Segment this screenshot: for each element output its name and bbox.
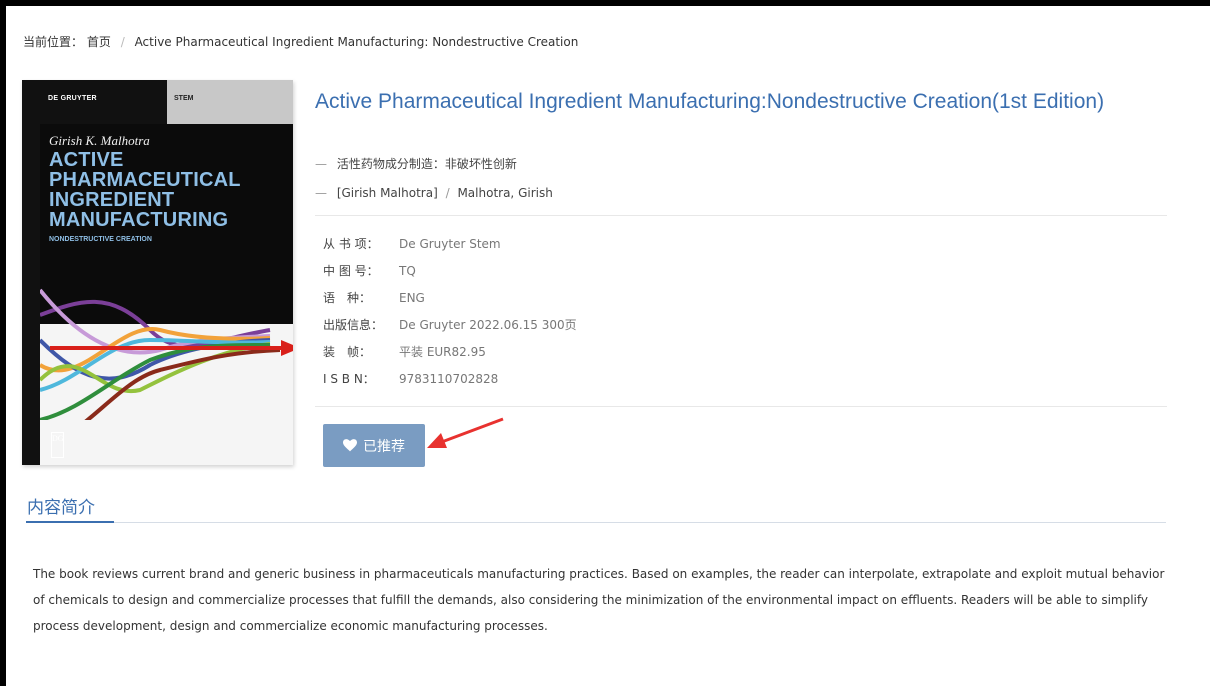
- breadcrumb-prefix: 当前位置：: [23, 35, 84, 49]
- book-description: The book reviews current brand and gener…: [33, 567, 1165, 633]
- cover-series: STEM: [174, 95, 194, 102]
- meta-value: ENG: [399, 291, 425, 305]
- recommended-button-label: 已推荐: [363, 438, 405, 455]
- cover-title-line: ACTIVE: [49, 149, 124, 171]
- author-cn-link[interactable]: [Girish Malhotra]: [337, 186, 438, 200]
- breadcrumb: 当前位置： 首页 / Active Pharmaceutical Ingredi…: [23, 33, 578, 50]
- meta-row-series: 从 书 项： De Gruyter Stem: [323, 235, 577, 262]
- cover-title-line: PHARMACEUTICAL: [49, 169, 241, 191]
- breadcrumb-current: Active Pharmaceutical Ingredient Manufac…: [134, 35, 579, 49]
- meta-value: 平装 EUR82.95: [399, 345, 486, 359]
- annotation-arrow-icon: [427, 417, 504, 448]
- meta-label: I S B N：: [323, 372, 375, 386]
- chinese-title-line: — 活性药物成分制造：非破坏性创新: [315, 155, 517, 172]
- breadcrumb-home-link[interactable]: 首页: [87, 35, 111, 49]
- active-tab-indicator: [26, 521, 114, 523]
- meta-value: TQ: [399, 264, 416, 278]
- meta-label: 从 书 项：: [323, 237, 379, 251]
- cover-author: Girish K. Malhotra: [49, 133, 150, 148]
- cover-wave-graphic: [40, 288, 293, 420]
- cover-spine: [22, 80, 40, 465]
- dash-mark: —: [315, 186, 327, 200]
- meta-value: De Gruyter 2022.06.15 300页: [399, 318, 577, 332]
- meta-label: 中 图 号：: [323, 264, 379, 278]
- book-title: Active Pharmaceutical Ingredient Manufac…: [315, 90, 1105, 113]
- divider: [315, 406, 1167, 407]
- cover-title-line: MANUFACTURING: [49, 209, 229, 231]
- meta-row-publication: 出版信息： De Gruyter 2022.06.15 300页: [323, 316, 577, 343]
- cover-series-bar: [167, 80, 293, 124]
- frame-left-border: [0, 0, 6, 686]
- meta-row-language: 语 种： ENG: [323, 289, 577, 316]
- divider: [315, 215, 1167, 216]
- frame-top-border: [0, 0, 1210, 6]
- meta-row-isbn: I S B N： 9783110702828: [323, 370, 577, 397]
- section-divider: [26, 522, 1166, 523]
- cover-title-line: INGREDIENT: [49, 189, 175, 211]
- meta-label: 出版信息：: [323, 318, 384, 332]
- chinese-title: 活性药物成分制造：非破坏性创新: [336, 157, 517, 171]
- recommended-button[interactable]: 已推荐: [323, 424, 425, 467]
- cover-title: ACTIVE PHARMACEUTICAL INGREDIENT MANUFAC…: [49, 150, 289, 230]
- author-en-link[interactable]: Malhotra, Girish: [457, 186, 552, 200]
- publisher-logo-icon: DG: [51, 432, 64, 458]
- authors-line: — [Girish Malhotra] / Malhotra, Girish: [315, 186, 553, 200]
- cover-publisher: DE GRUYTER: [48, 95, 97, 102]
- meta-row-binding: 装 帧： 平装 EUR82.95: [323, 343, 577, 370]
- meta-value: De Gruyter Stem: [399, 237, 501, 251]
- dash-mark: —: [315, 157, 327, 171]
- book-cover-image: DE GRUYTER STEM Girish K. Malhotra ACTIV…: [22, 80, 293, 465]
- book-metadata-list: 从 书 项： De Gruyter Stem 中 图 号： TQ 语 种： ENG 出…: [323, 235, 577, 397]
- meta-value: 9783110702828: [399, 372, 499, 386]
- heart-icon: [343, 439, 357, 452]
- cover-topbar: [22, 80, 167, 124]
- meta-label: 语 种：: [323, 291, 372, 305]
- breadcrumb-separator: /: [120, 35, 125, 49]
- tab-content-summary[interactable]: 内容简介: [27, 493, 95, 518]
- meta-label: 装 帧：: [323, 345, 372, 359]
- cover-subtitle: NONDESTRUCTIVE CREATION: [49, 236, 152, 243]
- meta-row-classification: 中 图 号： TQ: [323, 262, 577, 289]
- author-separator: /: [445, 186, 450, 200]
